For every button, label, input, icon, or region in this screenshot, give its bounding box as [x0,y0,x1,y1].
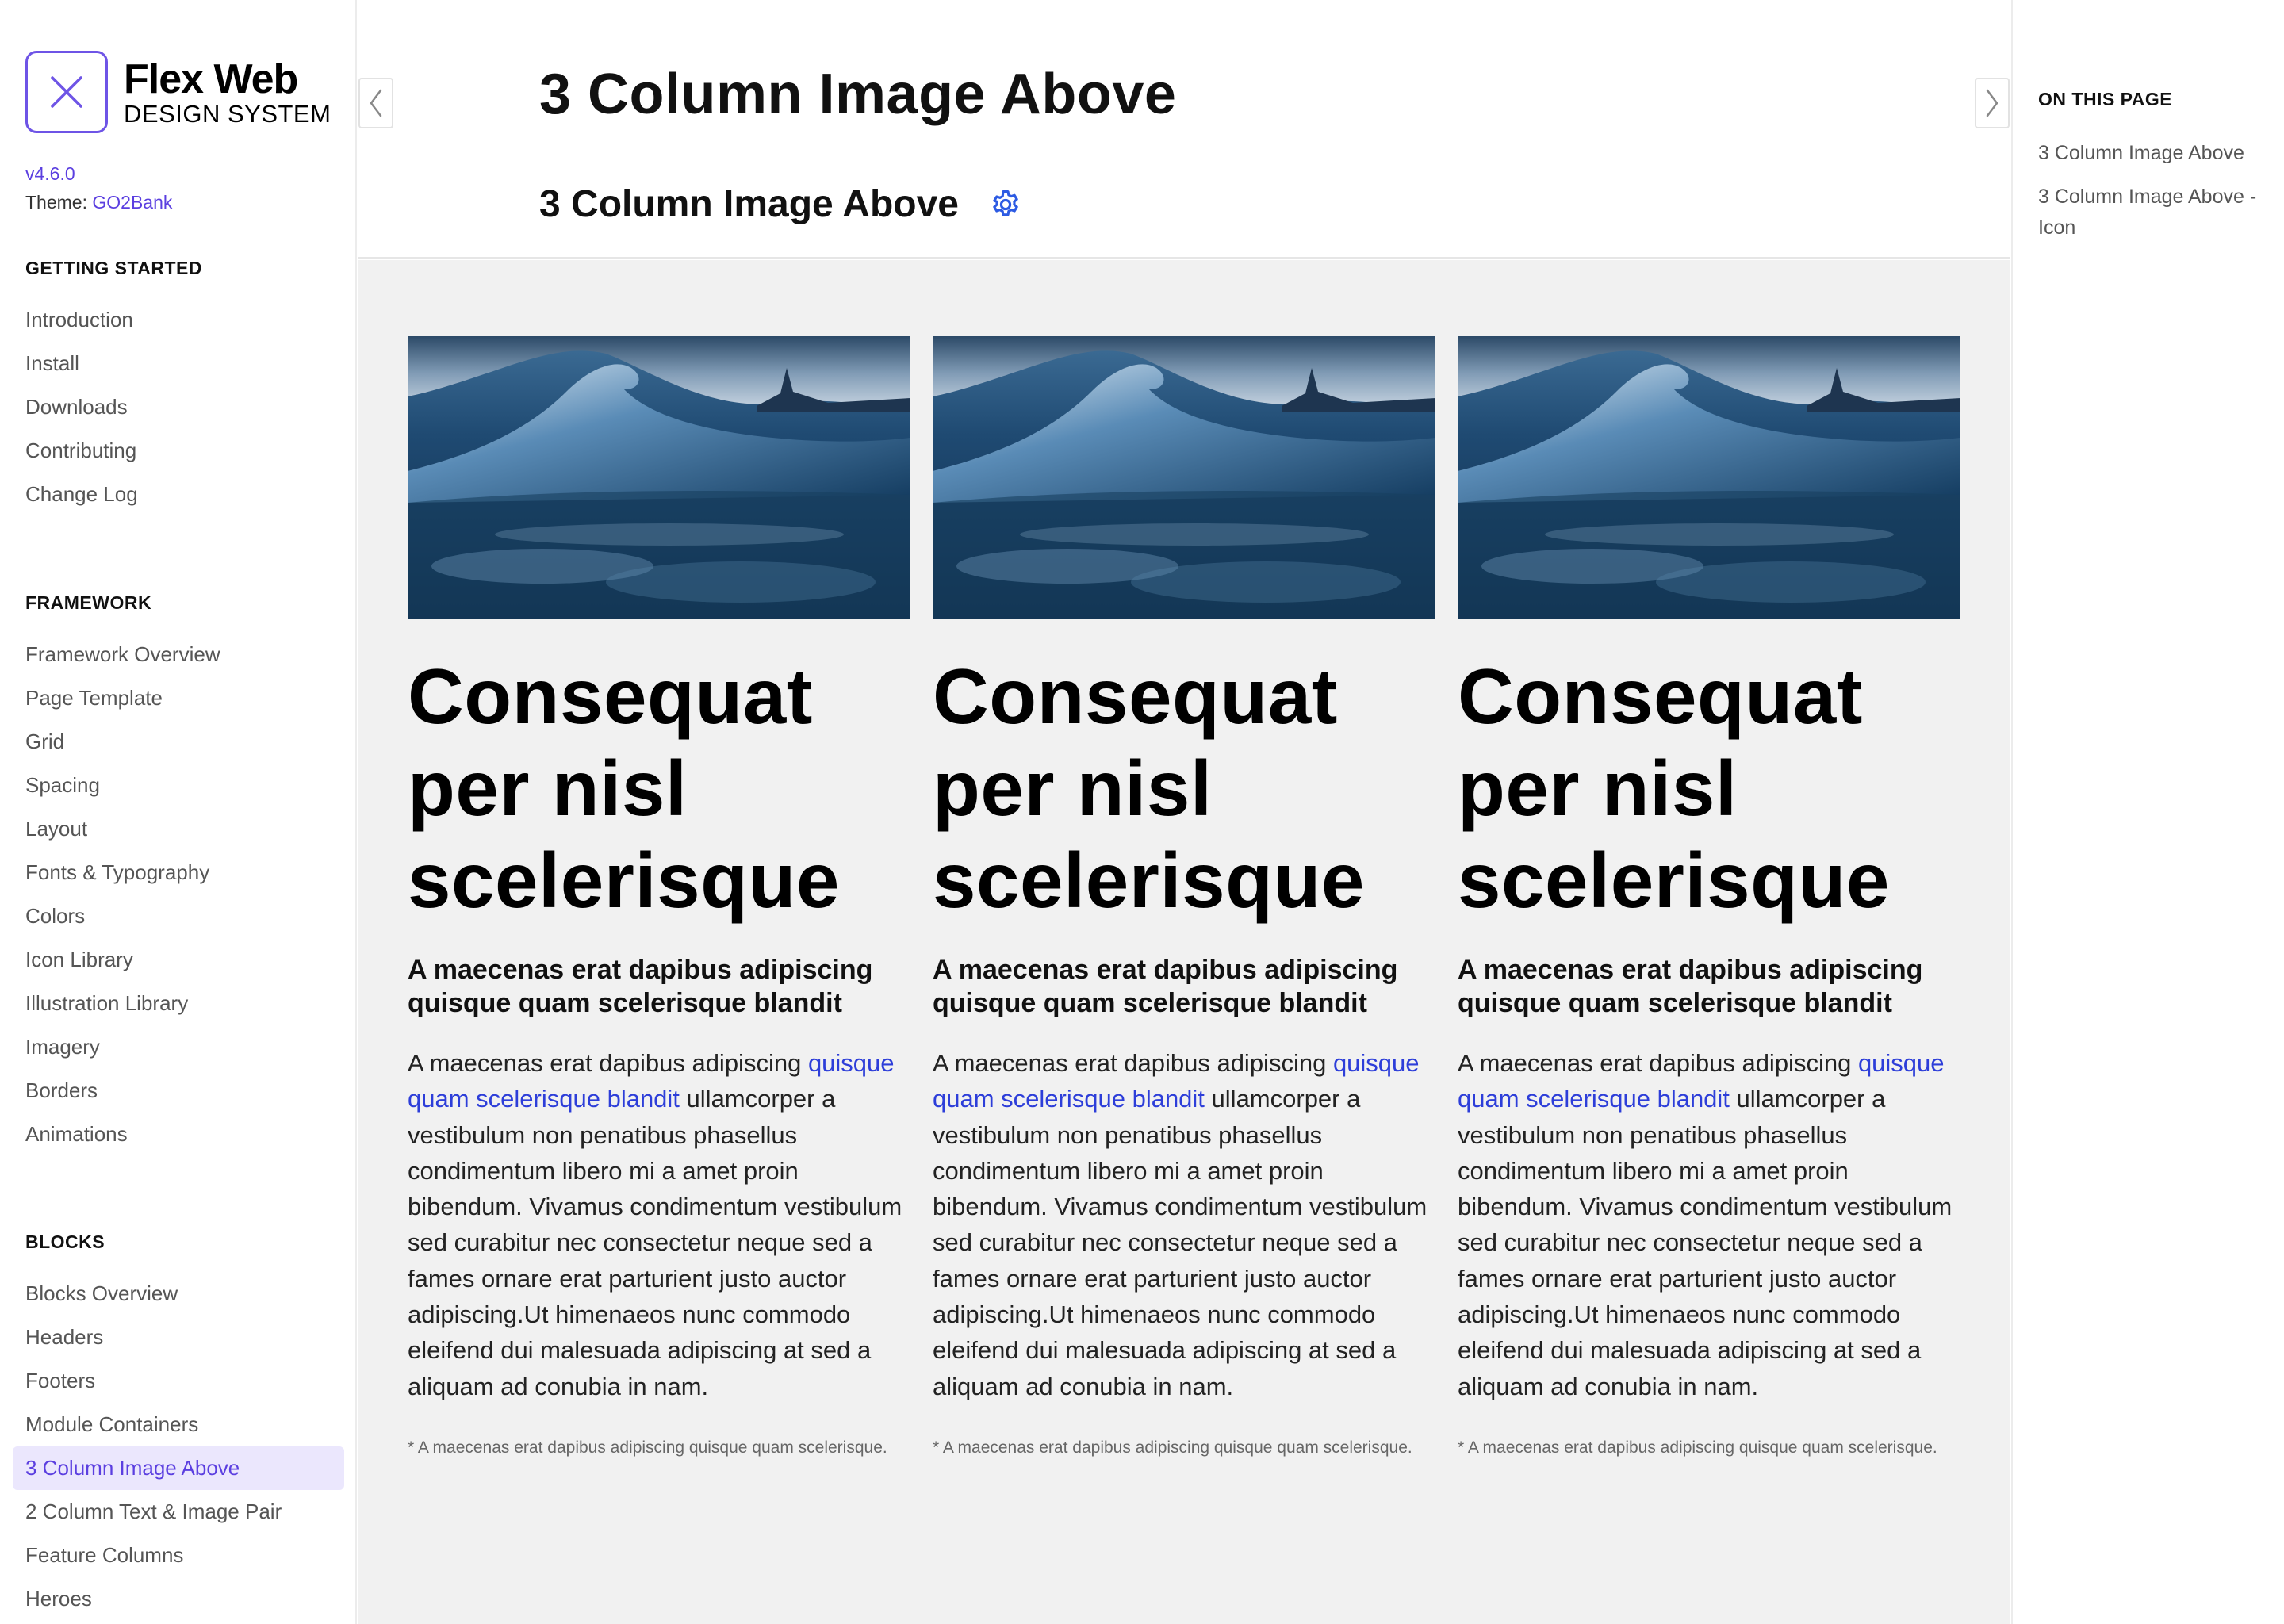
sidebar-item-headers[interactable]: Headers [0,1316,355,1359]
sidebar-item-borders[interactable]: Borders [0,1069,355,1113]
card-footnote: * A maecenas erat dapibus adipiscing qui… [933,1438,1412,1457]
sidebar-item-feature-columns[interactable]: Feature Columns [0,1534,355,1577]
card-subtitle: A maecenas erat dapibus adipiscing quisq… [1458,955,1923,1018]
ocean-wave-image [408,336,910,619]
block-preview: Consequat per nisl scelerisque A maecena… [358,260,2010,1624]
column-card: Consequat per nisl scelerisque A maecena… [408,336,910,1461]
toc-item-3-column-image-above-icon[interactable]: 3 Column Image Above - Icon [2038,182,2276,243]
sidebar-item-grid[interactable]: Grid [0,720,355,764]
card-subtitle: A maecenas erat dapibus adipiscing quisq… [408,955,873,1018]
sidebar-item-spacing[interactable]: Spacing [0,764,355,807]
sidebar-item-illustration-library[interactable]: Illustration Library [0,982,355,1025]
chevron-right-icon [1986,89,1998,117]
ocean-wave-image [933,336,1435,619]
sidebar-item-colors[interactable]: Colors [0,894,355,938]
brand-subtitle: DESIGN SYSTEM [124,99,331,128]
sidebar-item-fonts-typography[interactable]: Fonts & Typography [0,851,355,894]
gear-icon[interactable] [987,186,1024,223]
sidebar-item-2-column-text-image-pair[interactable]: 2 Column Text & Image Pair [0,1490,355,1534]
main-content: 3 Column Image Above 3 Column Image Abov… [358,0,2010,1624]
sidebar-item-page-template[interactable]: Page Template [0,676,355,720]
card-body: A maecenas erat dapibus adipiscing quisq… [933,1045,1435,1404]
on-this-page-nav: ON THIS PAGE 3 Column Image Above 3 Colu… [2011,0,2284,1624]
section-title: 3 Column Image Above [539,183,959,225]
page-header: 3 Column Image Above 3 Column Image Abov… [358,0,2010,259]
card-footnote: * A maecenas erat dapibus adipiscing qui… [408,1438,887,1457]
card-body: A maecenas erat dapibus adipiscing quisq… [1458,1045,1960,1404]
version-label: v4.6.0 [25,163,75,184]
sidebar-item-blocks-overview[interactable]: Blocks Overview [0,1272,355,1316]
nav-section-title: FRAMEWORK [25,592,152,613]
sidebar-item-3-column-image-above[interactable]: 3 Column Image Above [13,1446,344,1490]
chevron-left-icon [370,89,382,117]
card-title: Consequat per nisl scelerisque [933,653,1365,924]
nav-section-title: GETTING STARTED [25,258,203,278]
card-body: A maecenas erat dapibus adipiscing quisq… [408,1045,910,1404]
sidebar-item-footers[interactable]: Footers [0,1359,355,1403]
card-title: Consequat per nisl scelerisque [408,653,840,924]
sidebar-item-imagery[interactable]: Imagery [0,1025,355,1069]
section-heading: 3 Column Image Above [539,182,1024,226]
sidebar-item-heroes[interactable]: Heroes [0,1577,355,1621]
card-body-text: A maecenas erat dapibus adipiscing [1458,1049,1858,1077]
card-body-text: ullamcorper a vestibulum non penatibus p… [408,1085,902,1400]
card-footnote: * A maecenas erat dapibus adipiscing qui… [1458,1438,1937,1457]
close-x-icon [25,51,108,133]
sidebar-item-animations[interactable]: Animations [0,1113,355,1156]
card-body-text: ullamcorper a vestibulum non penatibus p… [933,1085,1428,1400]
brand[interactable]: Flex Web DESIGN SYSTEM [25,51,331,133]
brand-name: Flex Web [124,56,298,102]
sidebar-item-change-log[interactable]: Change Log [0,473,355,516]
sidebar-nav: Flex Web DESIGN SYSTEM v4.6.0 Theme: GO2… [0,0,357,1624]
theme-label-text: Theme: [25,192,87,213]
sidebar-item-install[interactable]: Install [0,342,355,385]
sidebar-item-downloads[interactable]: Downloads [0,385,355,429]
column-card: Consequat per nisl scelerisque A maecena… [1458,336,1960,1461]
sidebar-item-icon-library[interactable]: Icon Library [0,938,355,982]
toc-title: ON THIS PAGE [2038,89,2173,109]
theme-value[interactable]: GO2Bank [92,192,172,213]
theme-label: Theme: GO2Bank [25,192,172,213]
next-page-button[interactable] [1975,78,2010,128]
card-body-text: A maecenas erat dapibus adipiscing [933,1049,1333,1077]
sidebar-item-introduction[interactable]: Introduction [0,298,355,342]
sidebar-item-layout[interactable]: Layout [0,807,355,851]
sidebar-item-contributing[interactable]: Contributing [0,429,355,473]
toc-item-3-column-image-above[interactable]: 3 Column Image Above [2038,138,2276,169]
sidebar-item-module-containers[interactable]: Module Containers [0,1403,355,1446]
card-subtitle: A maecenas erat dapibus adipiscing quisq… [933,955,1398,1018]
nav-section-title: BLOCKS [25,1231,105,1252]
column-card: Consequat per nisl scelerisque A maecena… [933,336,1435,1461]
page-title: 3 Column Image Above [539,63,1177,126]
nav-section-framework: FRAMEWORK Framework Overview Page Templa… [0,587,355,1156]
ocean-wave-image [1458,336,1960,619]
card-body-text: A maecenas erat dapibus adipiscing [408,1049,808,1077]
nav-section-blocks: BLOCKS Blocks Overview Headers Footers M… [0,1226,355,1621]
card-title: Consequat per nisl scelerisque [1458,653,1890,924]
nav-section-getting-started: GETTING STARTED Introduction Install Dow… [0,252,355,516]
sidebar-item-framework-overview[interactable]: Framework Overview [0,633,355,676]
card-body-text: ullamcorper a vestibulum non penatibus p… [1458,1085,1953,1400]
prev-page-button[interactable] [358,78,393,128]
